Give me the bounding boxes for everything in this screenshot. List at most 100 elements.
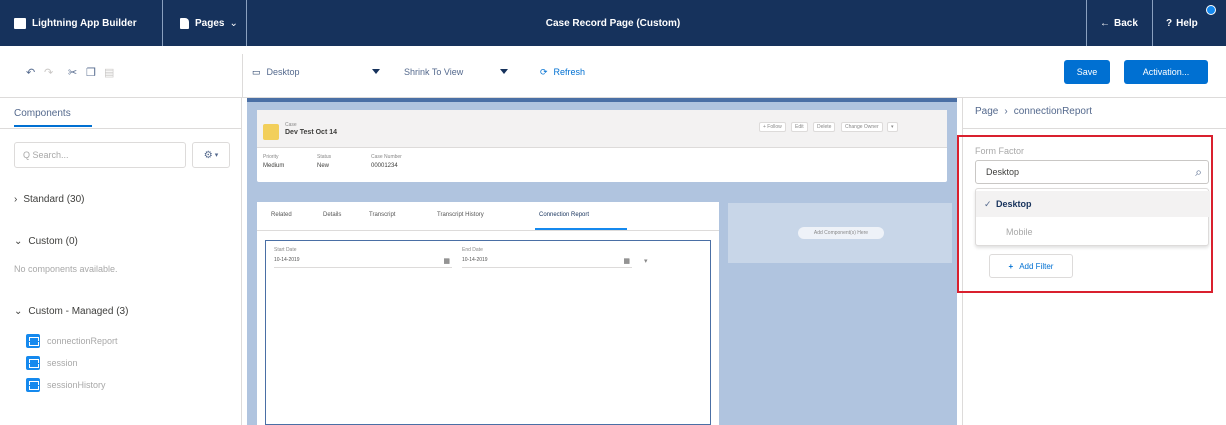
option-mobile[interactable]: Mobile: [976, 219, 1210, 245]
divider: [0, 128, 242, 129]
back-label: Back: [1114, 17, 1138, 29]
component-search-input[interactable]: Q Search...: [14, 142, 186, 168]
edit-button[interactable]: Edit: [791, 122, 808, 132]
tab-transcript[interactable]: Transcript: [369, 212, 395, 218]
start-date-label: Start Date: [274, 247, 297, 253]
filter-icon[interactable]: ▾: [644, 257, 648, 265]
pages-menu[interactable]: Pages ⌄: [180, 0, 242, 46]
component-label: sessionHistory: [47, 380, 106, 390]
caret-down-icon: [500, 69, 508, 74]
device-select-value: Desktop: [266, 67, 300, 77]
app-name-label: Lightning App Builder: [32, 17, 137, 29]
copy-icon[interactable]: ❐: [86, 66, 96, 79]
form-factor-combobox[interactable]: Desktop ⌕: [975, 160, 1209, 184]
end-date-value: 10-14-2019: [462, 257, 488, 263]
component-item[interactable]: connectionReport: [26, 334, 118, 348]
search-icon: ⌕: [1195, 165, 1202, 179]
properties-panel: Page › connectionReport Form Factor Deskto…: [957, 98, 1226, 425]
more-actions-button[interactable]: ▾: [887, 122, 898, 132]
pages-label: Pages: [195, 17, 225, 29]
redo-icon[interactable]: ↷: [44, 66, 53, 79]
section-standard[interactable]: › Standard (30): [14, 194, 85, 205]
custom-component-icon: [26, 378, 40, 392]
start-date-value: 10-14-2019: [274, 257, 300, 263]
section-custom-label: Custom (0): [28, 236, 78, 247]
save-button[interactable]: Save: [1064, 60, 1110, 84]
chevron-down-icon: ⌄: [14, 236, 23, 247]
top-bar: Lightning App Builder Pages ⌄ Case Recor…: [0, 0, 1226, 46]
breadcrumb-separator-icon: ›: [1004, 106, 1008, 117]
settings-menu-button[interactable]: ⚙ ▾: [192, 142, 230, 168]
divider: [257, 230, 719, 231]
components-panel: Components Q Search... ⚙ ▾ › Standard (30…: [0, 98, 242, 425]
section-standard-label: Standard (30): [23, 194, 85, 205]
follow-button[interactable]: + Follow: [759, 122, 786, 132]
help-label: Help: [1176, 17, 1198, 29]
end-date-field[interactable]: 10-14-2019 ▦: [462, 257, 632, 268]
tab-transcript-history[interactable]: Transcript History: [437, 212, 484, 218]
component-label: connectionReport: [47, 336, 118, 346]
app-builder-icon: [14, 17, 26, 29]
record-type: Case: [285, 122, 297, 128]
tab-related[interactable]: Related: [271, 212, 292, 218]
divider: [963, 128, 1226, 129]
field-value: Medium: [263, 163, 285, 169]
back-button[interactable]: ← Back: [1100, 0, 1142, 46]
tab-details[interactable]: Details: [323, 212, 341, 218]
divider: [1086, 0, 1087, 46]
sidebar-region[interactable]: Add Component(s) Here: [727, 202, 953, 264]
section-custom-managed[interactable]: ⌄ Custom - Managed (3): [14, 306, 128, 317]
gear-icon: ⚙: [203, 149, 213, 161]
end-date-label: End Date: [462, 247, 483, 253]
form-factor-dropdown: ✓ Desktop Mobile: [975, 188, 1210, 246]
add-filter-button[interactable]: + Add Filter: [989, 254, 1073, 278]
chevron-down-icon: ⌄: [14, 306, 23, 317]
delete-button[interactable]: Delete: [813, 122, 836, 132]
cut-icon[interactable]: ✂: [68, 66, 77, 79]
tabs-component[interactable]: Related Details Transcript Transcript Hi…: [257, 202, 719, 425]
section-custom[interactable]: ⌄ Custom (0): [14, 236, 78, 247]
help-notification-badge: [1206, 5, 1216, 15]
tab-connection-report[interactable]: Connection Report: [539, 212, 589, 218]
paste-icon[interactable]: ▤: [104, 66, 114, 79]
option-desktop[interactable]: ✓ Desktop: [976, 191, 1210, 217]
refresh-label: Refresh: [553, 67, 586, 77]
chevron-right-icon: ›: [14, 194, 18, 205]
field-value: New: [317, 163, 330, 169]
activation-button[interactable]: Activation...: [1124, 60, 1208, 84]
component-item[interactable]: session: [26, 356, 78, 370]
tab-components[interactable]: Components: [14, 108, 71, 119]
component-item[interactable]: sessionHistory: [26, 378, 106, 392]
view-select-value: Shrink To View: [404, 67, 464, 77]
back-arrow-icon: ←: [1100, 17, 1110, 29]
field-value: 00001234: [371, 163, 398, 169]
undo-icon[interactable]: ↶: [26, 66, 35, 79]
record-header-component[interactable]: Case Dev Test Oct 14 + Follow Edit Delet…: [257, 110, 947, 182]
calendar-icon: ▦: [443, 258, 450, 265]
calendar-icon: ▦: [623, 258, 630, 265]
change-owner-button[interactable]: Change Owner: [841, 122, 883, 132]
plus-icon: +: [1008, 261, 1014, 271]
case-icon: [263, 124, 279, 140]
add-component-placeholder[interactable]: Add Component(s) Here: [798, 227, 884, 239]
form-factor-value: Desktop: [986, 167, 1020, 177]
breadcrumb-page-link[interactable]: Page: [975, 106, 998, 117]
refresh-icon: ⟳: [540, 66, 548, 77]
divider: [246, 0, 247, 46]
question-icon: ?: [1166, 17, 1173, 29]
divider: [1152, 0, 1153, 46]
field-label: Status: [317, 154, 332, 160]
chevron-down-icon: ▾: [891, 124, 894, 130]
view-select[interactable]: Shrink To View: [404, 61, 508, 83]
start-date-field[interactable]: 10-14-2019 ▦: [274, 257, 452, 268]
caret-down-icon: [372, 69, 380, 74]
device-select[interactable]: ▭ Desktop: [252, 61, 380, 83]
refresh-button[interactable]: ⟳ Refresh: [540, 61, 610, 83]
option-label: Desktop: [996, 199, 1032, 209]
chevron-down-icon: ⌄: [229, 17, 238, 29]
connection-report-component[interactable]: Start Date 10-14-2019 ▦ End Date 10-14-2…: [265, 240, 711, 425]
app-name[interactable]: Lightning App Builder: [14, 0, 154, 46]
custom-component-icon: [26, 356, 40, 370]
breadcrumb-current: connectionReport: [1013, 106, 1093, 117]
custom-component-icon: [26, 334, 40, 348]
